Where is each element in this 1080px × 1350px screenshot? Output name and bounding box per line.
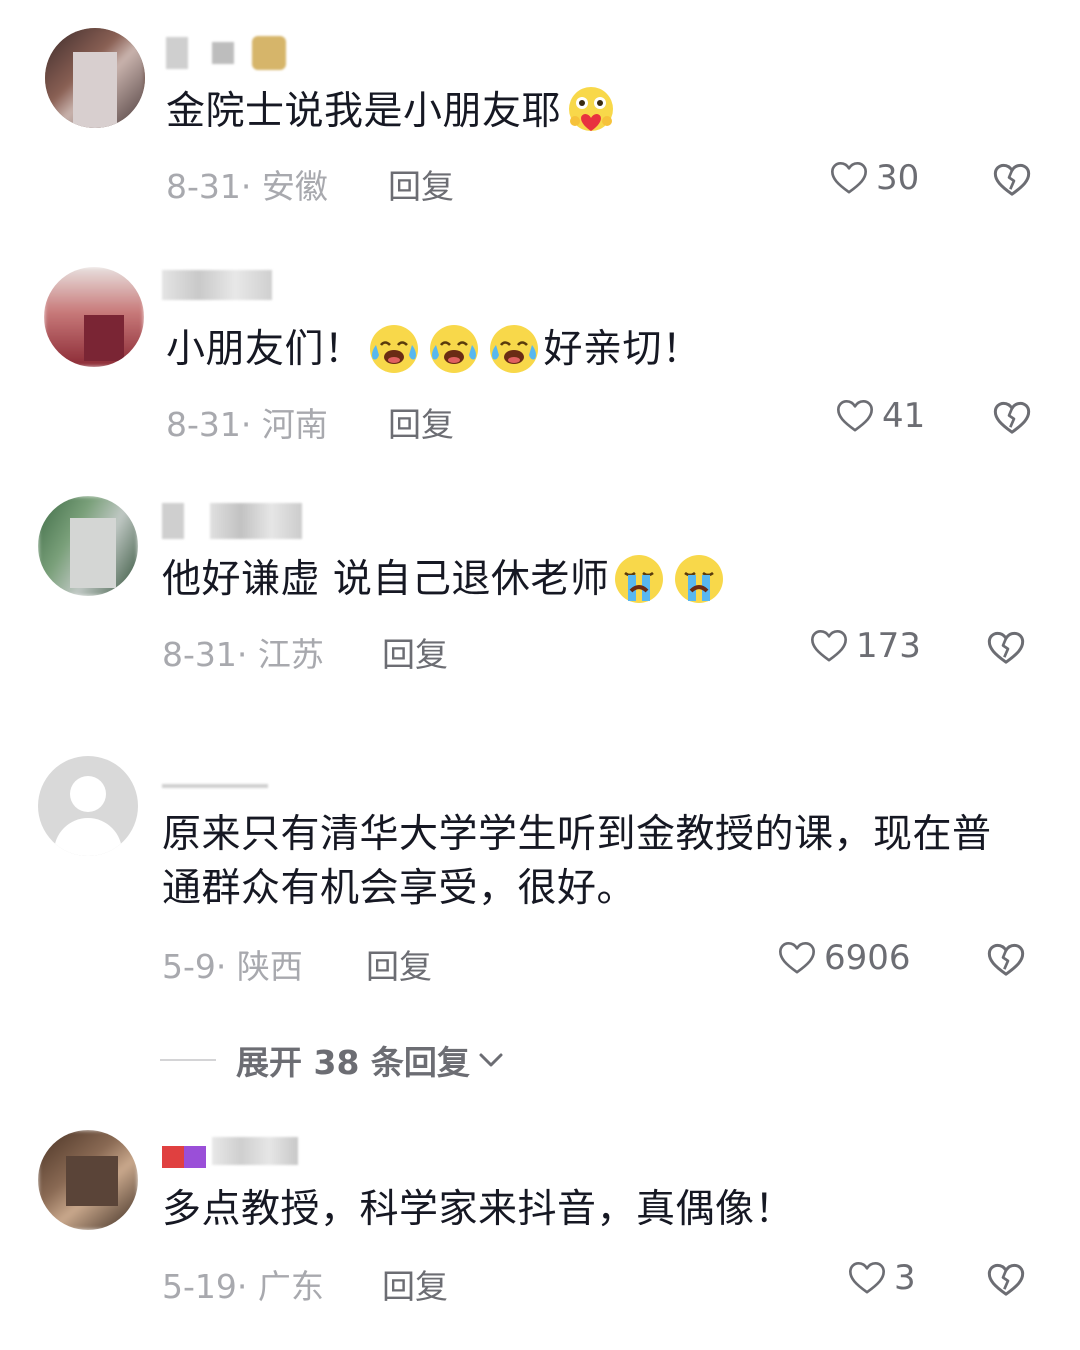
divider <box>160 1059 216 1061</box>
comment-meta: 5-9· 陕西 <box>162 947 303 986</box>
like-count: 6906 <box>824 938 911 978</box>
comment-meta: 8-31· 河南 <box>166 405 328 444</box>
broken-heart-icon[interactable] <box>992 160 1032 200</box>
tears-of-joy-emoji-icon <box>428 323 480 375</box>
username-redacted[interactable] <box>162 502 302 540</box>
avatar[interactable] <box>38 756 138 856</box>
broken-heart-icon[interactable] <box>986 940 1026 980</box>
comment-meta: 5-19· 广东 <box>162 1267 324 1306</box>
reply-button[interactable]: 回复 <box>382 628 448 676</box>
like-button[interactable]: 173 <box>808 626 921 666</box>
heart-outline-icon <box>776 938 818 978</box>
heart-outline-icon <box>834 396 876 436</box>
tears-of-joy-emoji-icon <box>488 323 540 375</box>
reply-button[interactable]: 回复 <box>366 940 432 988</box>
like-count: 3 <box>894 1258 916 1298</box>
heart-outline-icon <box>828 158 870 198</box>
loudly-crying-emoji-icon <box>673 553 725 605</box>
like-button[interactable]: 3 <box>846 1258 916 1298</box>
username-redacted[interactable] <box>166 34 286 72</box>
avatar[interactable] <box>38 1130 138 1230</box>
expand-replies-button[interactable]: 展开 38 条回复 <box>160 1036 506 1084</box>
tears-of-joy-emoji-icon <box>368 323 420 375</box>
broken-heart-icon[interactable] <box>986 1260 1026 1300</box>
comment-text: 金院士说我是小朋友耶 <box>166 84 621 140</box>
reply-button[interactable]: 回复 <box>388 160 454 208</box>
heart-outline-icon <box>846 1258 888 1298</box>
comment-meta: 8-31· 安徽 <box>166 167 328 206</box>
avatar[interactable] <box>45 28 145 128</box>
like-count: 173 <box>856 626 921 666</box>
like-count: 30 <box>876 158 920 198</box>
reply-button[interactable]: 回复 <box>388 398 454 446</box>
heart-outline-icon <box>808 626 850 666</box>
comment-text: 小朋友们！ 好亲切！ <box>166 322 702 378</box>
comment-text: 他好谦虚 说自己退休老师 <box>162 552 729 608</box>
reply-button[interactable]: 回复 <box>382 1260 448 1308</box>
comment-text: 原来只有清华大学学生听到金教授的课，现在普通群众有机会享受，很好。 <box>162 812 992 911</box>
expand-replies-label: 展开 38 条回复 <box>236 1043 470 1082</box>
comment-meta: 8-31· 江苏 <box>162 635 324 674</box>
comment-item: 他好谦虚 说自己退休老师 8-31· 江苏 回复 173 <box>0 470 1080 740</box>
comment-item: 多点教授，科学家来抖音，真偶像！ 5-19· 广东 回复 3 <box>0 1110 1080 1350</box>
broken-heart-icon[interactable] <box>986 628 1026 668</box>
avatar[interactable] <box>38 496 138 596</box>
comment-item: 金院士说我是小朋友耶 8-31· 安徽 回复 30 <box>0 0 1080 240</box>
comment-item: 小朋友们！ 好亲切！ 8-31· 河南 回复 41 <box>0 240 1080 470</box>
heart-hug-emoji-icon <box>565 85 617 137</box>
chevron-down-icon <box>479 1053 503 1067</box>
username-redacted[interactable] <box>162 1132 298 1170</box>
username-redacted[interactable] <box>162 266 272 304</box>
username-redacted[interactable] <box>162 776 268 796</box>
comment-text: 多点教授，科学家来抖音，真偶像！ <box>162 1187 795 1232</box>
like-button[interactable]: 41 <box>834 396 925 436</box>
like-button[interactable]: 6906 <box>776 938 911 978</box>
like-button[interactable]: 30 <box>828 158 919 198</box>
loudly-crying-emoji-icon <box>613 553 665 605</box>
like-count: 41 <box>882 396 926 436</box>
avatar[interactable] <box>44 267 144 367</box>
broken-heart-icon[interactable] <box>992 398 1032 438</box>
